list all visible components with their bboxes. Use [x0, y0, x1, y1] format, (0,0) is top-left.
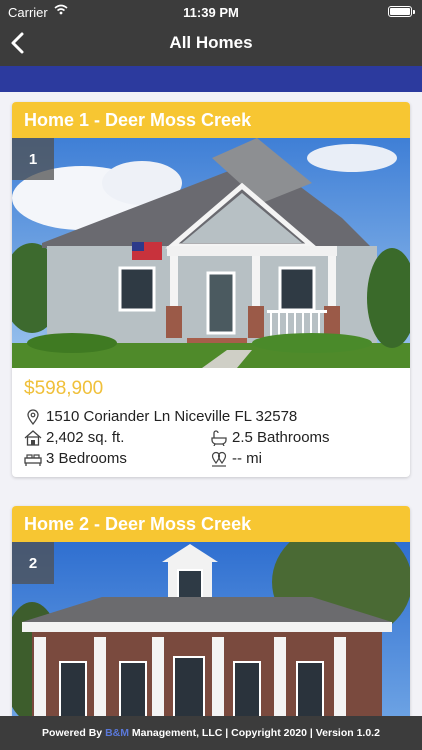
- bathtub-icon: [211, 429, 227, 446]
- home-number-badge: 1: [12, 138, 54, 180]
- home-sqft: 2,402 sq. ft.: [46, 429, 125, 446]
- homes-list[interactable]: Home 1 - Deer Moss Creek 1 $598,900 1510…: [0, 92, 422, 716]
- page-title: All Homes: [169, 33, 253, 52]
- home-card[interactable]: Home 1 - Deer Moss Creek 1 $598,900 1510…: [12, 102, 410, 477]
- footer: Powered By B&M Management, LLC | Copyrig…: [0, 716, 422, 750]
- location-pin-icon: [27, 408, 39, 425]
- home-number-badge: 2: [12, 542, 54, 584]
- top-bar: Carrier 11:39 PM All Homes: [0, 0, 422, 66]
- home-bedrooms: 3 Bedrooms: [46, 450, 127, 467]
- home-photo: 2: [12, 542, 410, 716]
- footer-suffix: Management, LLC | Copyright 2020 | Versi…: [129, 727, 380, 739]
- bed-icon: [24, 453, 42, 466]
- status-bar: Carrier 11:39 PM: [0, 0, 422, 24]
- home-title: Home 2 - Deer Moss Creek: [12, 506, 410, 542]
- house-icon: [24, 429, 42, 446]
- home-card[interactable]: Home 2 - Deer Moss Creek 2: [12, 506, 410, 716]
- home-bathrooms: 2.5 Bathrooms: [232, 429, 330, 446]
- home-price: $598,900: [24, 378, 104, 399]
- home-distance: -- mi: [232, 450, 262, 467]
- footer-brand: B&M: [105, 727, 129, 739]
- map-pin-icon: [211, 451, 227, 467]
- status-time: 11:39 PM: [183, 5, 239, 20]
- home-address: 1510 Coriander Ln Niceville FL 32578: [46, 408, 298, 425]
- home-title: Home 1 - Deer Moss Creek: [12, 102, 410, 138]
- home-photo: 1: [12, 138, 410, 368]
- battery-icon: [388, 6, 415, 17]
- footer-prefix: Powered By: [42, 727, 106, 739]
- accent-bar: [0, 66, 422, 92]
